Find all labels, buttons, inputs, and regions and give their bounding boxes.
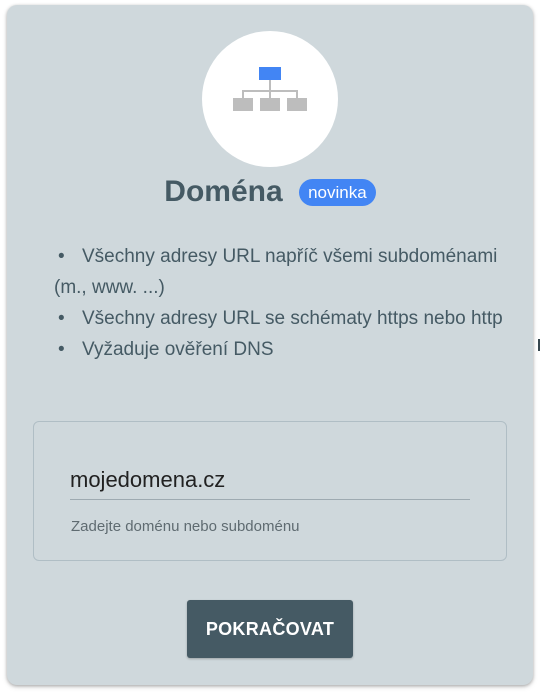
text-cursor-icon xyxy=(538,339,540,351)
bullet-icon: • xyxy=(58,246,65,267)
sitemap-icon xyxy=(233,67,307,111)
continue-button[interactable]: POKRAČOVAT xyxy=(187,600,353,658)
feature-text: Vyžaduje ověření DNS xyxy=(82,339,274,360)
domain-input-group: Zadejte doménu nebo subdoménu xyxy=(33,421,507,561)
domain-property-card: Doména novinka • Všechny adresy URL napří… xyxy=(7,5,533,685)
bullet-icon: • xyxy=(58,339,65,360)
domain-helper-text: Zadejte doménu nebo subdoménu xyxy=(71,518,300,535)
feature-text: Všechny adresy URL se schématy https neb… xyxy=(82,308,503,329)
bullet-icon: • xyxy=(58,308,65,329)
feature-item: • Všechny adresy URL napříč všemi subdomé… xyxy=(54,241,504,303)
icon-circle xyxy=(202,31,338,167)
feature-list: • Všechny adresy URL napříč všemi subdomé… xyxy=(54,241,504,365)
domain-input[interactable] xyxy=(70,464,470,500)
title-row: Doména novinka xyxy=(7,175,533,215)
feature-item: • Všechny adresy URL se schématy https ne… xyxy=(54,303,504,334)
new-badge: novinka xyxy=(299,178,376,206)
feature-item: • Vyžaduje ověření DNS xyxy=(54,334,504,365)
card-title: Doména xyxy=(164,175,283,208)
feature-text: Všechny adresy URL napříč všemi subdomén… xyxy=(54,246,498,298)
